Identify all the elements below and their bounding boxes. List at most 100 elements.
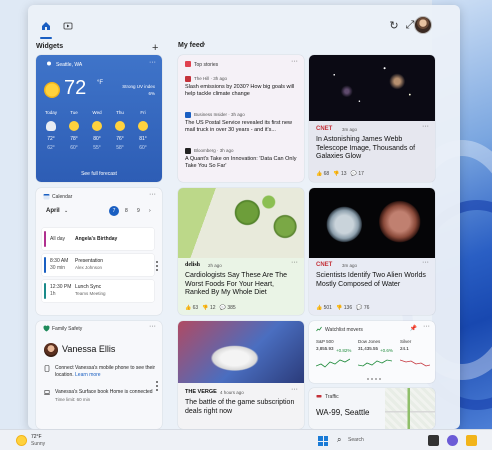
traffic-widget[interactable]: Traffic WA-99, Seattle xyxy=(309,388,435,429)
news-item[interactable]: The Hill · 3h ago Slash emissions by 203… xyxy=(185,76,299,106)
family-item[interactable]: Vanessa's Surface book Home is connected… xyxy=(44,389,156,413)
chevron-down-icon[interactable]: ⌄ xyxy=(64,208,68,214)
see-full-forecast-link[interactable]: See full forecast xyxy=(36,171,162,177)
cloud-icon xyxy=(46,121,56,131)
sparkline xyxy=(358,359,392,367)
calendar-widget[interactable]: Calendar ··· April ⌄ 7 8 9 › All day Ang… xyxy=(36,188,162,315)
refresh-button[interactable]: ↻ xyxy=(386,17,402,33)
watchlist-widget[interactable]: Watchlist movers 📌 ··· S&P 500 3,855.93 … xyxy=(309,321,435,383)
task-view-icon[interactable] xyxy=(428,435,439,446)
sun-icon xyxy=(115,121,125,131)
stock-item[interactable]: Silver 24.1 xyxy=(400,339,430,367)
location-icon xyxy=(47,61,51,66)
search-icon[interactable]: ⌕ xyxy=(337,435,341,445)
top-stories-title: Top stories xyxy=(194,62,219,68)
news-card-science[interactable]: CNET 3m ago ··· Scientists Identify Two … xyxy=(309,188,435,315)
home-tab[interactable] xyxy=(36,16,56,39)
top-stories-card[interactable]: Top stories ··· The Hill · 3h ago Slash … xyxy=(178,55,304,182)
taskbar-temp[interactable]: 72°F xyxy=(31,434,42,440)
more-options-icon[interactable]: ··· xyxy=(291,58,298,65)
calendar-day[interactable]: 8 xyxy=(125,208,128,214)
start-button[interactable] xyxy=(318,436,328,446)
news-time: 3m ago xyxy=(342,263,358,268)
pin-icon[interactable]: 📌 xyxy=(410,325,417,332)
family-safety-icon xyxy=(43,325,50,332)
avatar xyxy=(44,343,58,357)
widget-resize-handle[interactable] xyxy=(156,261,159,271)
food-image xyxy=(178,188,304,258)
calendar-day[interactable]: 9 xyxy=(137,208,140,214)
sparkline xyxy=(316,358,350,368)
forecast-day: Fri xyxy=(140,110,146,115)
news-item[interactable]: Bloomberg · 3h ago A Quant's Take on Inn… xyxy=(185,148,299,178)
widgets-label: Widgets xyxy=(36,43,64,50)
more-options-icon[interactable]: ··· xyxy=(422,123,429,130)
news-card-space[interactable]: CNET 3m ago ··· In Astonishing James Web… xyxy=(309,55,435,182)
news-source: CNET xyxy=(316,126,333,132)
taskbar-search[interactable]: Search xyxy=(348,437,364,443)
the-hill-logo xyxy=(185,76,191,82)
more-options-icon[interactable]: ··· xyxy=(149,323,156,330)
news-card-health[interactable]: delish 2h ago ··· Cardiologists Say Thes… xyxy=(178,188,304,315)
news-source: THE VERGE xyxy=(185,389,217,395)
calendar-event[interactable]: 12:30 PM 1h Lunch Sync Teams Meeting xyxy=(42,280,154,302)
weather-taskbar-icon[interactable] xyxy=(16,435,27,446)
more-options-icon[interactable]: ··· xyxy=(423,323,430,330)
comment-icon: 💬 xyxy=(219,305,226,311)
chevron-right-icon[interactable]: › xyxy=(149,208,151,214)
forecast-high: 76° xyxy=(116,136,124,142)
calendar-title: Calendar xyxy=(52,194,73,200)
comment-icon: 💬 xyxy=(350,171,357,177)
media-tab[interactable] xyxy=(58,16,78,36)
news-card-gaming[interactable]: THE VERGE 4 hours ago ··· The battle of … xyxy=(178,321,304,429)
dislike-icon: 👎 xyxy=(333,171,340,177)
more-options-icon[interactable]: ··· xyxy=(149,59,156,66)
traffic-title: Traffic xyxy=(325,394,339,400)
sun-icon xyxy=(69,121,79,131)
taskbar-condition[interactable]: Sunny xyxy=(31,441,45,447)
family-safety-widget[interactable]: Family Safety ··· Vanessa Ellis Connect … xyxy=(36,321,162,429)
media-icon xyxy=(63,22,73,30)
car-icon xyxy=(316,395,322,398)
calendar-event[interactable]: All day Angela's Birthday xyxy=(42,228,154,250)
family-item[interactable]: Connect Vanessa's mobile phone to see th… xyxy=(44,365,156,381)
news-time: 4 hours ago xyxy=(220,390,244,395)
learn-more-link[interactable]: Learn more xyxy=(75,372,101,378)
chat-icon[interactable] xyxy=(447,435,458,446)
more-options-icon[interactable]: ··· xyxy=(291,259,298,266)
forecast-day: Wed xyxy=(92,110,102,115)
forecast-high: 80° xyxy=(93,136,101,142)
stock-item[interactable]: S&P 500 3,855.93 +0.82% xyxy=(316,339,352,368)
widget-resize-handle[interactable] xyxy=(156,381,159,391)
forecast-day: Today xyxy=(44,110,57,115)
calendar-month: April xyxy=(46,208,60,214)
file-explorer-icon[interactable] xyxy=(466,435,477,446)
traffic-road: WA-99, Seattle xyxy=(316,408,370,417)
more-options-icon[interactable]: ··· xyxy=(422,259,429,266)
calendar-icon xyxy=(43,194,50,200)
comment-icon: 💬 xyxy=(356,305,363,311)
news-item[interactable]: Business Insider · 3h ago The US Postal … xyxy=(185,112,299,142)
calendar-event[interactable]: 8:30 AM 30 min Presentation Alex Johnson xyxy=(42,254,154,276)
sun-icon xyxy=(92,121,102,131)
widgets-topbar: ↻ ⤢ xyxy=(28,5,460,39)
top-stories-icon xyxy=(185,61,191,67)
chevron-right-icon[interactable]: › xyxy=(203,41,205,48)
news-headline: The battle of the game subscription deal… xyxy=(185,399,295,415)
dislike-icon: 👎 xyxy=(202,305,209,311)
add-widget-button[interactable]: + xyxy=(152,42,158,54)
more-options-icon[interactable]: ··· xyxy=(149,191,156,198)
my-feed-label[interactable]: My feed xyxy=(178,42,204,49)
stock-item[interactable]: Dow Jones 31,435.55 +0.6% xyxy=(358,339,394,367)
watchlist-title: Watchlist movers xyxy=(325,327,363,333)
news-reactions: 👍 68 👎 13 💬 17 xyxy=(316,171,364,177)
home-icon xyxy=(42,22,50,30)
news-reactions: 👍 501 👎 136 💬 76 xyxy=(316,305,370,311)
profile-avatar[interactable] xyxy=(414,16,432,34)
page-indicator[interactable] xyxy=(367,378,381,380)
more-options-icon[interactable]: ··· xyxy=(291,386,298,393)
stocks-icon xyxy=(316,326,322,332)
calendar-day-selected[interactable]: 7 xyxy=(109,206,119,216)
family-member-name: Vanessa Ellis xyxy=(62,344,116,354)
weather-widget[interactable]: Seattle, WA ··· 72 °F Strong UV index 6%… xyxy=(36,55,162,182)
